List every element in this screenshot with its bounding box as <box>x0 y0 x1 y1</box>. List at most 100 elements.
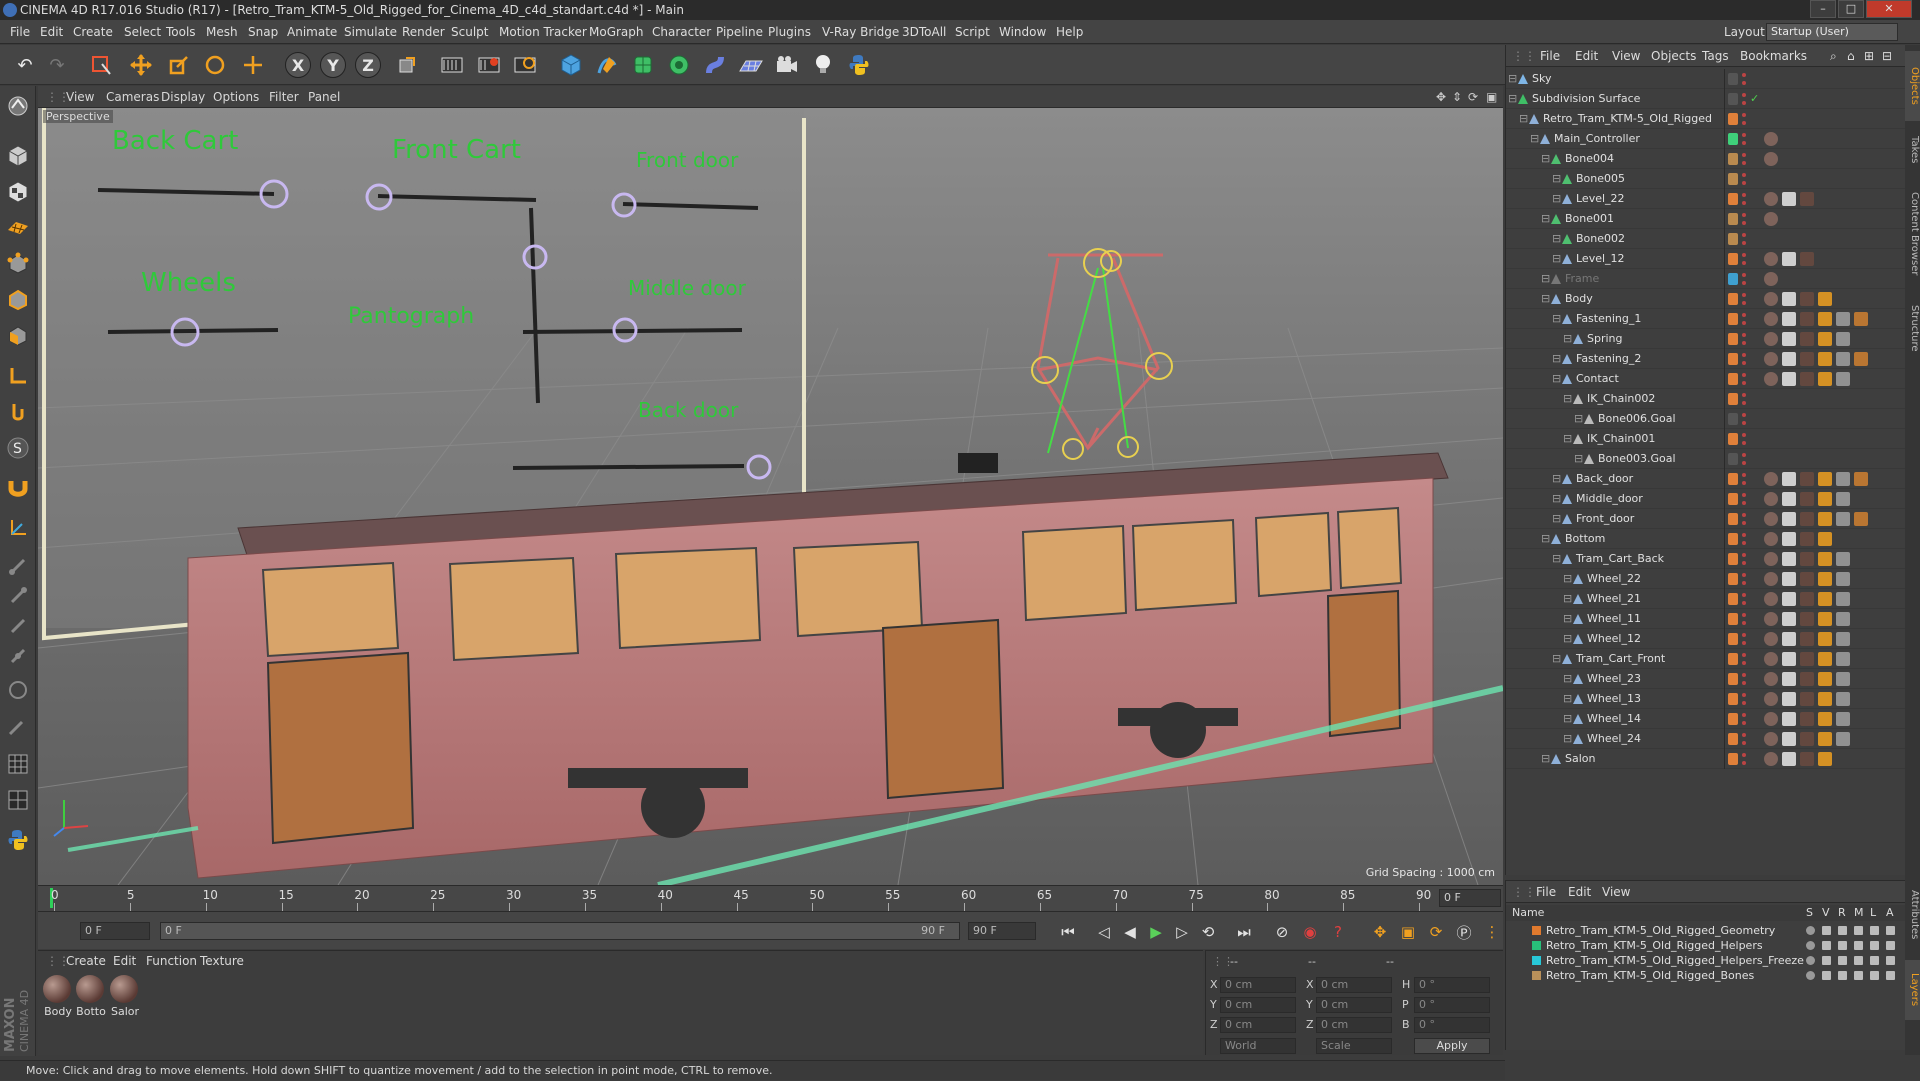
object-tag-icon[interactable] <box>1818 672 1832 686</box>
side-tab-takes[interactable]: Takes <box>1905 125 1920 175</box>
key-pla-icon[interactable]: ⋮ <box>1480 920 1504 944</box>
tweak-mode-icon[interactable] <box>4 398 32 426</box>
size-z-field[interactable]: 0 cm <box>1316 1017 1392 1033</box>
object-tag-icon[interactable] <box>1818 372 1832 386</box>
object-tag-icon[interactable] <box>1764 592 1778 606</box>
preview-start-field[interactable]: 0 F <box>80 922 150 940</box>
object-name[interactable]: Bottom <box>1565 529 1605 549</box>
expand-toggle-icon[interactable]: ⊟ <box>1574 449 1583 469</box>
cube-primitive-icon[interactable] <box>556 50 586 80</box>
layer-color-chip[interactable] <box>1728 173 1738 185</box>
object-tag-icon[interactable] <box>1764 372 1778 386</box>
object-row[interactable]: ⊟ Tram_Cart_Back <box>1506 549 1906 569</box>
visibility-dot-icon[interactable] <box>1742 373 1746 377</box>
object-tag-icon[interactable] <box>1782 292 1796 306</box>
object-row[interactable]: ⊟ Wheel_21 <box>1506 589 1906 609</box>
layer-toggle-icon[interactable] <box>1854 956 1863 965</box>
visibility-dot-icon[interactable] <box>1742 613 1746 617</box>
object-tag-icon[interactable] <box>1764 492 1778 506</box>
side-tab-objects[interactable]: Objects <box>1905 51 1920 121</box>
spline-pen-icon[interactable] <box>592 50 622 80</box>
layer-color-chip[interactable] <box>1728 333 1738 345</box>
expand-toggle-icon[interactable]: ⊟ <box>1541 749 1550 769</box>
object-name[interactable]: Fastening_2 <box>1576 349 1641 369</box>
object-name[interactable]: Wheel_23 <box>1587 669 1641 689</box>
expand-toggle-icon[interactable]: ⊟ <box>1563 389 1572 409</box>
transform-tool-icon[interactable] <box>238 50 268 80</box>
size-y-field[interactable]: 0 cm <box>1316 997 1392 1013</box>
expand-toggle-icon[interactable]: ⊟ <box>1541 529 1550 549</box>
visibility-dot-icon[interactable] <box>1742 333 1746 337</box>
object-tag-icon[interactable] <box>1782 512 1796 526</box>
object-row[interactable]: ⊟ Bone002 <box>1506 229 1906 249</box>
light-icon[interactable] <box>808 50 838 80</box>
object-tag-icon[interactable] <box>1818 592 1832 606</box>
objects-search-icon[interactable]: ⌕ <box>1830 45 1837 67</box>
layer-color-chip[interactable] <box>1728 373 1738 385</box>
expand-toggle-icon[interactable]: ⊟ <box>1552 469 1561 489</box>
visibility-dot-icon[interactable] <box>1742 461 1746 465</box>
object-tag-icon[interactable] <box>1782 612 1796 626</box>
object-name[interactable]: Wheel_14 <box>1587 709 1641 729</box>
menu-file[interactable]: File <box>10 20 30 44</box>
go-to-start-icon[interactable]: ⏮ <box>1056 920 1080 944</box>
menu-vray-bridge[interactable]: V-Ray Bridge <box>822 20 899 44</box>
visibility-dot-icon[interactable] <box>1742 481 1746 485</box>
object-tag-icon[interactable] <box>1800 572 1814 586</box>
object-tag-icon[interactable] <box>1836 372 1850 386</box>
object-name[interactable]: Tram_Cart_Back <box>1576 549 1664 569</box>
visibility-dot-icon[interactable] <box>1742 341 1746 345</box>
scale-tool-icon[interactable] <box>164 50 194 80</box>
expand-toggle-icon[interactable]: ⊟ <box>1552 229 1561 249</box>
object-tag-icon[interactable] <box>1818 572 1832 586</box>
layer-color-chip[interactable] <box>1728 753 1738 765</box>
render-picture-viewer-icon[interactable] <box>474 50 504 80</box>
python-script-icon[interactable] <box>844 50 874 80</box>
viewport-menu-options[interactable]: Options <box>213 86 259 108</box>
visibility-dot-icon[interactable] <box>1742 301 1746 305</box>
visibility-dot-icon[interactable] <box>1742 593 1746 597</box>
object-row[interactable]: ⊟ Salon <box>1506 749 1906 769</box>
object-name[interactable]: Salon <box>1565 749 1595 769</box>
minimize-button[interactable]: – <box>1810 0 1836 18</box>
object-name[interactable]: Frame <box>1565 269 1599 289</box>
expand-toggle-icon[interactable]: ⊟ <box>1552 369 1561 389</box>
menu-motion-tracker[interactable]: Motion Tracker <box>499 20 587 44</box>
menu-character[interactable]: Character <box>652 20 711 44</box>
object-row[interactable]: ⊟ Wheel_13 <box>1506 689 1906 709</box>
object-name[interactable]: IK_Chain001 <box>1587 429 1655 449</box>
object-tag-icon[interactable] <box>1818 352 1832 366</box>
layer-toggle-icon[interactable] <box>1822 956 1831 965</box>
visibility-dot-icon[interactable] <box>1742 321 1746 325</box>
expand-toggle-icon[interactable]: ⊟ <box>1508 69 1517 89</box>
expand-toggle-icon[interactable]: ⊟ <box>1563 689 1572 709</box>
object-tag-icon[interactable] <box>1800 752 1814 766</box>
object-name[interactable]: IK_Chain002 <box>1587 389 1655 409</box>
object-tag-icon[interactable] <box>1764 672 1778 686</box>
object-tag-icon[interactable] <box>1818 712 1832 726</box>
visibility-dot-icon[interactable] <box>1742 233 1746 237</box>
viewport-menu-display[interactable]: Display <box>161 86 205 108</box>
visibility-dot-icon[interactable] <box>1742 153 1746 157</box>
object-tag-icon[interactable] <box>1764 732 1778 746</box>
visibility-dot-icon[interactable] <box>1742 673 1746 677</box>
object-name[interactable]: Retro_Tram_KTM-5_Old_Rigged <box>1543 109 1712 129</box>
object-tag-icon[interactable] <box>1782 572 1796 586</box>
maximize-button[interactable]: □ <box>1838 0 1864 18</box>
visibility-dot-icon[interactable] <box>1742 501 1746 505</box>
menu-mograph[interactable]: MoGraph <box>589 20 644 44</box>
object-name[interactable]: Sky <box>1532 69 1551 89</box>
layer-color-chip[interactable] <box>1728 653 1738 665</box>
next-key-icon[interactable]: ⟲ <box>1196 920 1220 944</box>
layer-color-chip[interactable] <box>1728 593 1738 605</box>
camera-icon[interactable] <box>772 50 802 80</box>
object-name[interactable]: Wheel_12 <box>1587 629 1641 649</box>
perspective-viewport[interactable]: Perspective Back Cart Front Cart Front d… <box>38 108 1503 885</box>
object-tag-icon[interactable] <box>1818 692 1832 706</box>
preview-end-field[interactable]: 90 F <box>968 922 1036 940</box>
visibility-dot-icon[interactable] <box>1742 193 1746 197</box>
apply-button[interactable]: Apply <box>1414 1038 1490 1054</box>
coordinate-system-icon[interactable] <box>392 50 422 80</box>
menu-animate[interactable]: Animate <box>287 20 337 44</box>
visibility-dot-icon[interactable] <box>1742 101 1746 105</box>
